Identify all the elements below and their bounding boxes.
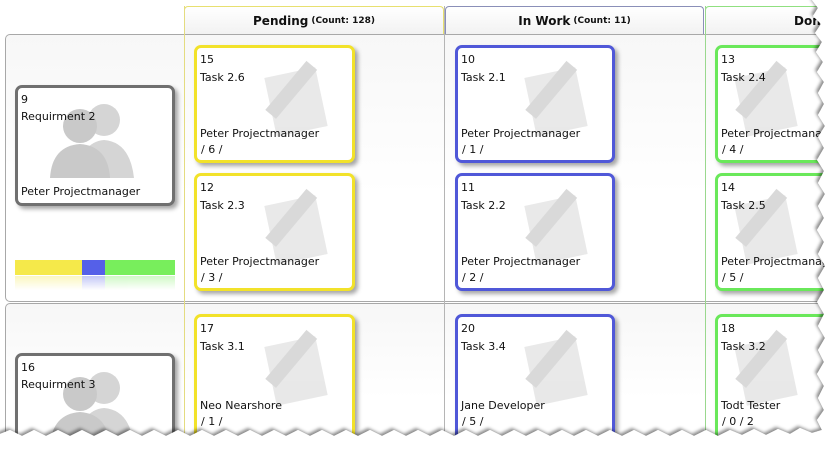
- task-card[interactable]: 12 Task 2.3 Peter Projectmanager / 3 /: [194, 173, 355, 291]
- task-card[interactable]: 11 Task 2.2 Peter Projectmanager / 2 /: [455, 173, 615, 291]
- column-title: Don: [794, 13, 821, 28]
- task-estimate: / 1 /: [201, 415, 223, 428]
- task-owner: Todt Tester: [721, 399, 781, 412]
- progress-pending-segment: [15, 260, 83, 275]
- note-pencil-icon: [734, 60, 798, 137]
- task-card[interactable]: 13 Task 2.4 Peter Projectmanager / 4 /: [715, 45, 831, 163]
- task-card[interactable]: 14 Task 2.5 Peter Projectmanager / 5 /: [715, 173, 831, 291]
- task-title: Task 3.4: [461, 340, 506, 353]
- task-title: Task 3.1: [200, 340, 245, 353]
- progress-done-segment: [104, 260, 175, 275]
- task-id: 13: [721, 53, 735, 66]
- column-divider: [184, 6, 185, 451]
- task-owner: Peter Projectmanager: [461, 255, 581, 268]
- task-owner: Peter Projectmanager: [200, 127, 320, 140]
- task-estimate: / 4 /: [722, 143, 744, 156]
- task-id: 10: [461, 53, 475, 66]
- task-id: 11: [461, 181, 475, 194]
- note-pencil-icon: [734, 329, 798, 406]
- progress-in-work-segment: [82, 260, 105, 275]
- note-pencil-icon: [524, 188, 588, 265]
- task-owner: Peter Projectmanager: [721, 127, 831, 140]
- note-pencil-icon: [264, 188, 328, 265]
- task-id: 20: [461, 322, 475, 335]
- task-estimate: / 5 /: [462, 415, 484, 428]
- task-title: Task 3.2: [721, 340, 766, 353]
- task-owner: Neo Nearshore: [200, 399, 282, 412]
- task-estimate: / 2 /: [462, 271, 484, 284]
- task-title: Task 2.4: [721, 71, 766, 84]
- note-pencil-icon: [734, 188, 798, 265]
- note-pencil-icon: [524, 60, 588, 137]
- task-owner: Jane Developer: [461, 399, 545, 412]
- column-header-in-work[interactable]: In Work (Count: 11): [445, 6, 704, 34]
- task-estimate: / 1 /: [462, 143, 484, 156]
- task-card[interactable]: 17 Task 3.1 Neo Nearshore / 1 /: [194, 314, 355, 444]
- column-title: In Work: [518, 13, 571, 28]
- note-pencil-icon: [264, 60, 328, 137]
- task-id: 17: [200, 322, 214, 335]
- task-estimate: / 6 /: [201, 143, 223, 156]
- task-id: 15: [200, 53, 214, 66]
- progress-bar-reflection: [15, 276, 175, 290]
- column-divider: [444, 6, 445, 451]
- task-estimate: / 5 /: [722, 271, 744, 284]
- requirement-title: Requirment 3: [21, 378, 96, 391]
- column-header-pending[interactable]: Pending (Count: 128): [184, 6, 444, 34]
- task-title: Task 2.5: [721, 199, 766, 212]
- task-card[interactable]: 15 Task 2.6 Peter Projectmanager / 6 /: [194, 45, 355, 163]
- task-title: Task 2.6: [200, 71, 245, 84]
- task-id: 12: [200, 181, 214, 194]
- task-estimate: / 0 / 2: [722, 415, 754, 428]
- requirement-card[interactable]: 9 Requirment 2 Peter Projectmanager: [15, 85, 175, 206]
- note-pencil-icon: [524, 329, 588, 406]
- task-id: 14: [721, 181, 735, 194]
- requirement-id: 16: [21, 361, 35, 374]
- task-title: Task 2.2: [461, 199, 506, 212]
- column-count: (Count: 11): [573, 15, 631, 26]
- task-title: Task 2.1: [461, 71, 506, 84]
- requirement-id: 9: [21, 93, 28, 106]
- task-owner: Peter Projectmanager: [461, 127, 581, 140]
- column-count: (Count: 128): [311, 15, 375, 26]
- requirement-owner: Peter Projectmanager: [21, 185, 141, 198]
- task-owner: Peter Projectmanager: [721, 255, 831, 268]
- kanban-board: Pending (Count: 128) In Work (Count: 11)…: [0, 0, 831, 451]
- task-id: 18: [721, 322, 735, 335]
- note-pencil-icon: [264, 329, 328, 406]
- task-estimate: / 3 /: [201, 271, 223, 284]
- column-header-done[interactable]: Don: [705, 6, 831, 34]
- task-card[interactable]: 10 Task 2.1 Peter Projectmanager / 1 /: [455, 45, 615, 163]
- task-card[interactable]: 18 Task 3.2 Todt Tester / 0 / 2: [715, 314, 831, 444]
- status-progress-bar: [15, 260, 175, 275]
- requirement-card[interactable]: 16 Requirment 3: [15, 353, 175, 451]
- task-title: Task 2.3: [200, 199, 245, 212]
- task-owner: Peter Projectmanager: [200, 255, 320, 268]
- task-card[interactable]: 20 Task 3.4 Jane Developer / 5 /: [455, 314, 615, 444]
- column-divider: [705, 6, 706, 451]
- column-title: Pending: [253, 13, 309, 28]
- requirement-title: Requirment 2: [21, 110, 96, 123]
